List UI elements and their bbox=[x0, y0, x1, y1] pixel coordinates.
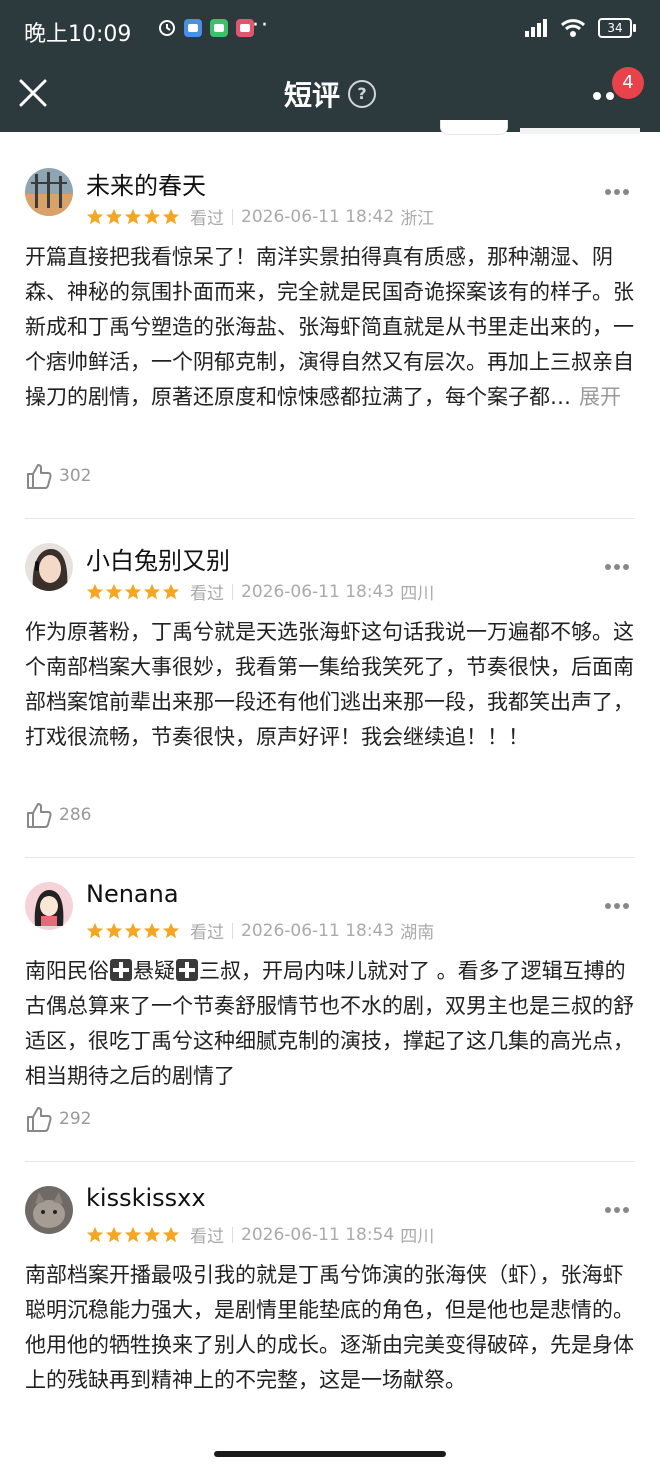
review-datetime: 2026-06-11 18:42 bbox=[241, 206, 395, 227]
watch-status: 看过 bbox=[190, 584, 224, 604]
expand-link[interactable]: 展开 bbox=[579, 385, 621, 409]
review-meta: 看过 2026-06-11 18:43 四川 bbox=[86, 579, 434, 604]
wifi-icon bbox=[560, 19, 586, 37]
page-title: 短评 bbox=[283, 79, 340, 112]
tab-edge bbox=[440, 120, 508, 135]
avatar[interactable] bbox=[25, 543, 73, 591]
divider bbox=[232, 922, 233, 939]
username[interactable]: Nenana bbox=[86, 880, 179, 908]
like-count: 302 bbox=[59, 466, 92, 486]
notification-badge: 4 bbox=[612, 67, 644, 99]
star-icon bbox=[162, 1226, 180, 1242]
like-count: 286 bbox=[59, 805, 92, 825]
like-button[interactable]: 286 bbox=[25, 801, 91, 829]
review-text-part: 南阳民俗 bbox=[25, 959, 109, 983]
review-datetime: 2026-06-11 18:43 bbox=[241, 920, 395, 941]
signal-icon bbox=[525, 19, 547, 37]
review-meta: 看过 2026-06-11 18:54 四川 bbox=[86, 1222, 434, 1247]
wechat-notification-icon bbox=[210, 19, 228, 37]
star-icon bbox=[105, 1226, 123, 1242]
status-more-dots: ·· bbox=[252, 13, 270, 38]
review-datetime: 2026-06-11 18:43 bbox=[241, 581, 395, 602]
like-button[interactable]: 292 bbox=[25, 1105, 91, 1133]
star-icon bbox=[124, 922, 142, 938]
status-app-icons bbox=[158, 19, 254, 37]
plus-icon bbox=[110, 959, 132, 981]
watch-status: 看过 bbox=[190, 209, 224, 229]
star-icon bbox=[86, 208, 104, 224]
rating-stars bbox=[86, 208, 180, 226]
review-divider bbox=[25, 1161, 635, 1162]
rating-stars bbox=[86, 922, 180, 940]
divider bbox=[232, 1226, 233, 1243]
app-notification-icon bbox=[184, 19, 202, 37]
avatar[interactable] bbox=[25, 882, 73, 930]
star-icon bbox=[105, 208, 123, 224]
tab-edge-shadow bbox=[520, 128, 640, 134]
review-divider bbox=[25, 518, 635, 519]
review-text: 南阳民俗 悬疑 三叔，开局内味儿就对了 。看多了逻辑互搏的古偶总算来了一个节奏舒服情… bbox=[25, 954, 635, 1094]
review-location: 浙江 bbox=[400, 209, 435, 229]
star-icon bbox=[143, 208, 161, 224]
star-icon bbox=[105, 583, 123, 599]
review-more-button[interactable] bbox=[604, 563, 630, 571]
review-text: 南部档案开播最吸引我的就是丁禹兮饰演的张海侠（虾），张海虾聪明沉稳能力强大，是剧… bbox=[25, 1263, 634, 1392]
star-icon bbox=[105, 922, 123, 938]
review-location: 四川 bbox=[400, 1227, 435, 1247]
plus-icon bbox=[176, 959, 198, 981]
rating-stars bbox=[86, 583, 180, 601]
divider bbox=[232, 583, 233, 600]
like-button[interactable]: 302 bbox=[25, 462, 91, 490]
status-time: 晚上10:09 bbox=[24, 22, 132, 47]
status-right: 34 bbox=[524, 18, 636, 38]
review-location: 四川 bbox=[400, 584, 435, 604]
battery-icon: 34 bbox=[598, 18, 636, 38]
star-icon bbox=[124, 208, 142, 224]
like-count: 292 bbox=[59, 1109, 92, 1129]
star-icon bbox=[143, 1226, 161, 1242]
review-meta: 看过 2026-06-11 18:42 浙江 bbox=[86, 204, 434, 229]
review-more-button[interactable] bbox=[604, 1206, 630, 1214]
star-icon bbox=[124, 1226, 142, 1242]
review-divider bbox=[25, 857, 635, 858]
rating-stars bbox=[86, 1226, 180, 1244]
star-icon bbox=[162, 583, 180, 599]
star-icon bbox=[143, 583, 161, 599]
star-icon bbox=[86, 922, 104, 938]
thumbs-up-icon bbox=[27, 1107, 52, 1132]
thumbs-up-icon bbox=[27, 803, 52, 828]
home-indicator[interactable] bbox=[214, 1451, 446, 1457]
username[interactable]: kisskissxx bbox=[86, 1184, 206, 1212]
top-bar: 晚上10:09 ·· 34 短评 ? 4 bbox=[0, 0, 660, 132]
review-more-button[interactable] bbox=[604, 188, 630, 196]
username[interactable]: 未来的春天 bbox=[86, 166, 206, 201]
thumbs-up-icon bbox=[27, 464, 52, 489]
avatar[interactable] bbox=[25, 168, 73, 216]
star-icon bbox=[86, 1226, 104, 1242]
review-location: 湖南 bbox=[400, 923, 435, 943]
watch-status: 看过 bbox=[190, 923, 224, 943]
star-icon bbox=[86, 583, 104, 599]
star-icon bbox=[124, 583, 142, 599]
review-datetime: 2026-06-11 18:54 bbox=[241, 1224, 395, 1245]
review-more-button[interactable] bbox=[604, 902, 630, 910]
page-title-bar: 短评 ? bbox=[0, 74, 660, 114]
watch-status: 看过 bbox=[190, 1227, 224, 1247]
alarm-icon bbox=[159, 20, 175, 36]
review-text: 作为原著粉，丁禹兮就是天选张海虾这句话我说一万遍都不够。这个南部档案大事很妙，我… bbox=[25, 620, 634, 749]
username[interactable]: 小白兔别又别 bbox=[86, 541, 230, 576]
question-circle-icon[interactable]: ? bbox=[348, 80, 376, 108]
review-text: 开篇直接把我看惊呆了！南洋实景拍得真有质感，那种潮湿、阴森、神秘的氛围扑面而来，… bbox=[25, 240, 635, 415]
divider bbox=[232, 208, 233, 225]
star-icon bbox=[143, 922, 161, 938]
review-body: 开篇直接把我看惊呆了！南洋实景拍得真有质感，那种潮湿、阴森、神秘的氛围扑面而来，… bbox=[25, 245, 634, 409]
star-icon bbox=[162, 208, 180, 224]
star-icon bbox=[162, 922, 180, 938]
review-meta: 看过 2026-06-11 18:43 湖南 bbox=[86, 918, 434, 943]
review-text-part: 悬疑 bbox=[133, 959, 175, 983]
avatar[interactable] bbox=[25, 1186, 73, 1234]
